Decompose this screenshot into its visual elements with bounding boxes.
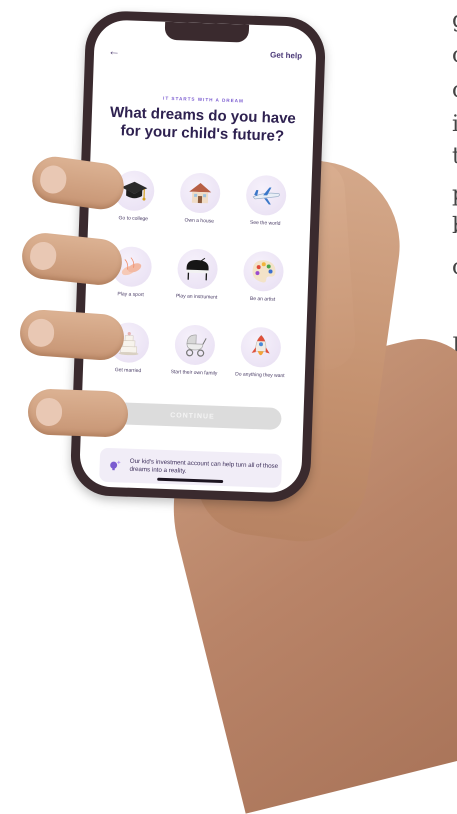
house-icon: [180, 172, 221, 213]
pinky-finger: [27, 388, 129, 437]
baby-stroller-icon: [174, 324, 215, 365]
fingernail: [29, 241, 58, 272]
continue-button[interactable]: CONTINUE: [103, 402, 282, 430]
text-fragment: b: [452, 214, 457, 239]
info-banner: Our kid's investment account can help tu…: [99, 448, 282, 488]
dream-label: Be an artist: [232, 295, 292, 303]
text-fragment: i: [452, 112, 457, 137]
dream-label: Play a sport: [101, 291, 161, 299]
rocket-icon: [240, 327, 281, 368]
dream-options-grid: Go to college Own a house See the world: [94, 170, 300, 397]
get-help-link[interactable]: Get help: [270, 50, 302, 60]
text-fragment: g: [452, 8, 457, 33]
piano-icon: [177, 248, 218, 289]
dream-option-play-an-instrument[interactable]: Play an instrument: [163, 248, 231, 318]
dream-label: Do anything they want: [230, 371, 290, 379]
text-fragment: c: [452, 255, 457, 280]
dream-label: Start their own family: [164, 369, 224, 377]
back-arrow-icon[interactable]: ←: [108, 44, 120, 58]
text-fragment: c: [452, 43, 457, 68]
dream-option-do-anything-they-want[interactable]: Do anything they want: [226, 326, 294, 396]
paint-palette-icon: [243, 251, 284, 292]
top-bar: ← Get help: [108, 44, 302, 67]
dream-label: Get married: [98, 367, 158, 375]
phone-notch: [165, 22, 250, 43]
dream-label: Own a house: [169, 217, 229, 225]
info-text: Our kid's investment account can help tu…: [129, 458, 281, 479]
sparkle-bulb-icon: [107, 458, 121, 472]
text-fragment: c: [452, 78, 457, 103]
text-fragment: p: [452, 182, 457, 207]
dream-label: Play an instrument: [167, 293, 227, 301]
text-fragment: t: [452, 144, 457, 169]
dream-option-see-the-world[interactable]: See the world: [232, 174, 300, 244]
airplane-icon: [245, 175, 286, 216]
fingernail: [27, 318, 55, 348]
fingernail: [36, 398, 63, 427]
dream-option-start-their-own-family[interactable]: Start their own family: [160, 324, 228, 394]
page-title: What dreams do you have for your child's…: [101, 104, 304, 147]
fingernail: [38, 164, 68, 195]
dream-option-own-a-house[interactable]: Own a house: [166, 172, 234, 242]
dream-label: Go to college: [103, 215, 163, 223]
dream-label: See the world: [235, 219, 295, 227]
dream-option-be-an-artist[interactable]: Be an artist: [229, 250, 297, 320]
ring-finger: [19, 308, 126, 361]
